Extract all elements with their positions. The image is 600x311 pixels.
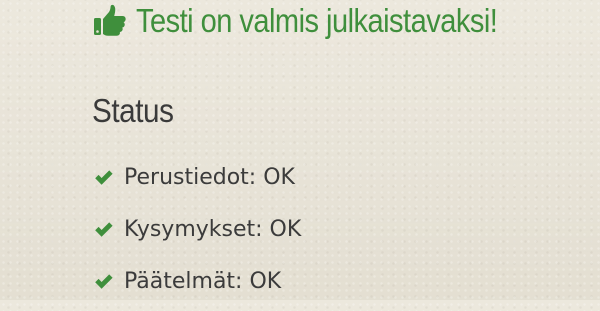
status-heading: Status (92, 92, 174, 129)
check-icon (92, 270, 116, 294)
status-item-label: Kysymykset: OK (124, 217, 302, 242)
check-icon (92, 166, 116, 190)
status-list: Perustiedot: OK Kysymykset: OK Päätelmät… (92, 155, 301, 311)
status-item-label: Perustiedot: OK (124, 165, 295, 190)
check-icon (92, 218, 116, 242)
publish-status-panel: Testi on valmis julkaistavaksi! Status P… (92, 0, 592, 300)
headline-text: Testi on valmis julkaistavaksi! (136, 2, 498, 39)
status-item-paatelmat: Päätelmät: OK (92, 259, 301, 304)
publish-ready-message: Testi on valmis julkaistavaksi! (92, 0, 547, 42)
status-item-kysymykset: Kysymykset: OK (92, 207, 301, 252)
status-item-perustiedot: Perustiedot: OK (92, 155, 301, 200)
thumbs-up-icon (92, 3, 128, 39)
status-item-label: Päätelmät: OK (124, 269, 282, 294)
